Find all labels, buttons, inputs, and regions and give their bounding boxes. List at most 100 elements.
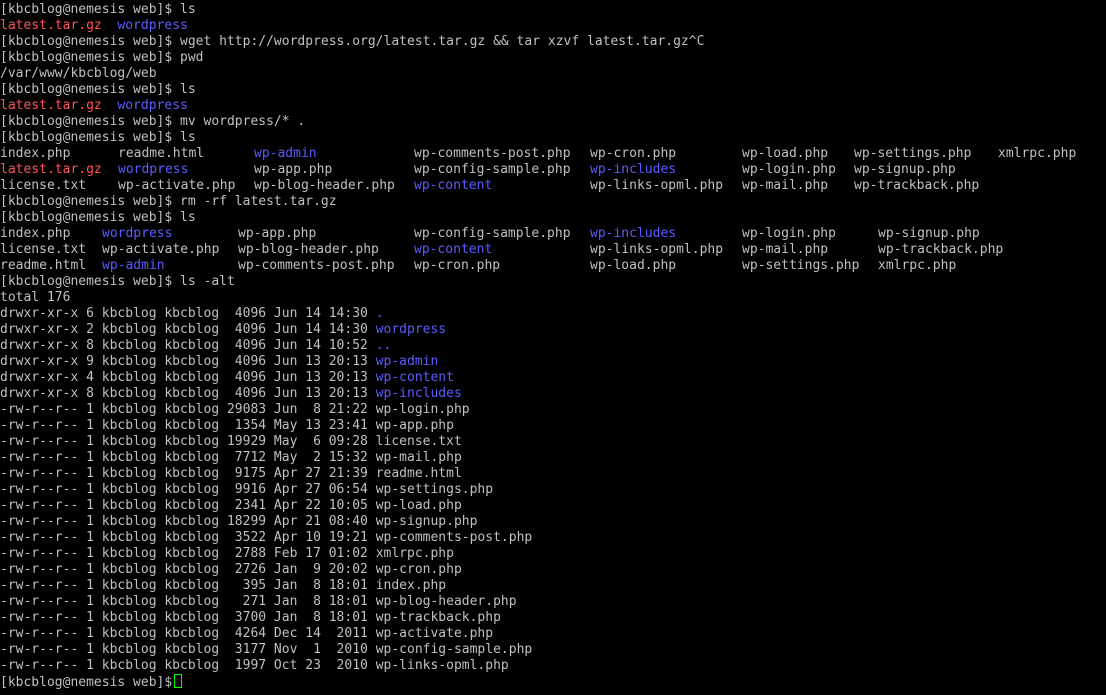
file-meta: -rw-r--r-- 1 kbcblog kbcblog 2726 Jan 9 …	[0, 562, 376, 577]
directory-name: wp-admin	[102, 258, 165, 273]
file-meta: -rw-r--r-- 1 kbcblog kbcblog 271 Jan 8 1…	[0, 594, 376, 609]
prompt-line: [kbcblog@nemesis web]$ ls	[0, 2, 1106, 18]
listing-row: drwxr-xr-x 6 kbcblog kbcblog 4096 Jun 14…	[0, 306, 1106, 322]
file-meta: -rw-r--r-- 1 kbcblog kbcblog 9916 Apr 27…	[0, 482, 376, 497]
prompt-line: [kbcblog@nemesis web]$ ls -alt	[0, 274, 1106, 290]
listing-row: -rw-r--r-- 1 kbcblog kbcblog 18299 Apr 2…	[0, 514, 1106, 530]
file-name: xmlrpc.php	[998, 146, 1077, 161]
file-name: index.php	[0, 146, 71, 161]
file-meta: -rw-r--r-- 1 kbcblog kbcblog 7712 May 2 …	[0, 450, 376, 465]
directory-name: wp-includes	[590, 226, 677, 241]
command-text: rm -rf latest.tar.gz	[180, 194, 337, 209]
directory-name: wp-includes	[375, 386, 462, 401]
file-name: wp-activate.php	[375, 626, 494, 641]
file-name: wp-login.php	[742, 226, 836, 241]
directory-name: wp-content	[375, 370, 454, 385]
file-name: wp-load.php	[590, 258, 677, 273]
file-name: readme.html	[375, 466, 462, 481]
archive-file: latest.tar.gz	[0, 98, 102, 113]
archive-file: latest.tar.gz	[0, 18, 102, 33]
file-meta: -rw-r--r-- 1 kbcblog kbcblog 395 Jan 8 1…	[0, 578, 376, 593]
file-name: wp-settings.php	[375, 482, 494, 497]
prompt-line: [kbcblog@nemesis web]$ ls	[0, 210, 1106, 226]
listing-row: drwxr-xr-x 8 kbcblog kbcblog 4096 Jun 14…	[0, 338, 1106, 354]
file-name: wp-cron.php	[414, 258, 501, 273]
file-name: wp-app.php	[238, 226, 317, 241]
ls-output-row: latest.tar.gz wordpress wp-app.php wp-co…	[0, 162, 1106, 178]
command-text: wget http://wordpress.org/latest.tar.gz …	[180, 34, 705, 49]
file-name: wp-mail.php	[742, 242, 829, 257]
prompt-line: [kbcblog@nemesis web]$ wget http://wordp…	[0, 34, 1106, 50]
file-name: index.php	[0, 226, 71, 241]
terminal-window[interactable]: [kbcblog@nemesis web]$ ls latest.tar.gz …	[0, 0, 1106, 695]
file-name: wp-load.php	[742, 146, 829, 161]
file-meta: drwxr-xr-x 9 kbcblog kbcblog 4096 Jun 13…	[0, 354, 376, 369]
prompt-line: [kbcblog@nemesis web]$ rm -rf latest.tar…	[0, 194, 1106, 210]
file-name: wp-settings.php	[742, 258, 860, 273]
file-name: wp-app.php	[254, 162, 333, 177]
output-line: total 176	[0, 290, 1106, 306]
prompt: [kbcblog@nemesis web]$	[0, 82, 173, 97]
file-name: wp-config-sample.php	[414, 226, 571, 241]
prompt: [kbcblog@nemesis web]$	[0, 114, 173, 129]
file-meta: drwxr-xr-x 8 kbcblog kbcblog 4096 Jun 13…	[0, 386, 376, 401]
active-prompt-line[interactable]: [kbcblog@nemesis web]$	[0, 674, 1106, 690]
prompt: [kbcblog@nemesis web]$	[0, 34, 173, 49]
directory-name: wp-content	[414, 242, 493, 257]
prompt: [kbcblog@nemesis web]$	[0, 675, 173, 690]
output-line: latest.tar.gz wordpress	[0, 98, 1106, 114]
file-name: wp-links-opml.php	[375, 658, 509, 673]
file-name: wp-signup.php	[878, 226, 980, 241]
file-name: license.txt	[375, 434, 462, 449]
file-name: wp-mail.php	[742, 178, 829, 193]
ls-output-row: index.php wordpress wp-app.php wp-config…	[0, 226, 1106, 242]
directory-name: wp-includes	[590, 162, 677, 177]
file-meta: -rw-r--r-- 1 kbcblog kbcblog 19929 May 6…	[0, 434, 376, 449]
file-name: license.txt	[0, 178, 87, 193]
file-meta: -rw-r--r-- 1 kbcblog kbcblog 29083 Jun 8…	[0, 402, 376, 417]
command-text: ls	[180, 210, 196, 225]
listing-row: drwxr-xr-x 4 kbcblog kbcblog 4096 Jun 13…	[0, 370, 1106, 386]
listing-row: -rw-r--r-- 1 kbcblog kbcblog 4264 Dec 14…	[0, 626, 1106, 642]
file-name: wp-login.php	[375, 402, 470, 417]
file-name: wp-comments-post.php	[414, 146, 571, 161]
directory-name: wordpress	[118, 162, 189, 177]
file-meta: -rw-r--r-- 1 kbcblog kbcblog 9175 Apr 27…	[0, 466, 376, 481]
listing-row: drwxr-xr-x 2 kbcblog kbcblog 4096 Jun 14…	[0, 322, 1106, 338]
command-text: ls	[180, 2, 196, 17]
ls-output-row: readme.html wp-admin wp-comments-post.ph…	[0, 258, 1106, 274]
file-meta: -rw-r--r-- 1 kbcblog kbcblog 3522 Apr 10…	[0, 530, 376, 545]
file-meta: drwxr-xr-x 2 kbcblog kbcblog 4096 Jun 14…	[0, 322, 376, 337]
file-meta: -rw-r--r-- 1 kbcblog kbcblog 1997 Oct 23…	[0, 658, 376, 673]
listing-row: -rw-r--r-- 1 kbcblog kbcblog 9916 Apr 27…	[0, 482, 1106, 498]
command-text: mv wordpress/* .	[180, 114, 306, 129]
listing-row: -rw-r--r-- 1 kbcblog kbcblog 2788 Feb 17…	[0, 546, 1106, 562]
file-name: wp-comments-post.php	[375, 530, 533, 545]
file-name: wp-blog-header.php	[375, 594, 517, 609]
listing-row: -rw-r--r-- 1 kbcblog kbcblog 2726 Jan 9 …	[0, 562, 1106, 578]
listing-row: -rw-r--r-- 1 kbcblog kbcblog 3522 Apr 10…	[0, 530, 1106, 546]
directory-name: .	[375, 306, 384, 321]
directory-name: wordpress	[102, 226, 173, 241]
file-name: readme.html	[0, 258, 87, 273]
file-name: wp-blog-header.php	[254, 178, 395, 193]
prompt-line: [kbcblog@nemesis web]$ ls	[0, 82, 1106, 98]
listing-row: drwxr-xr-x 9 kbcblog kbcblog 4096 Jun 13…	[0, 354, 1106, 370]
ls-output-row: license.txt wp-activate.php wp-blog-head…	[0, 242, 1106, 258]
listing-row: -rw-r--r-- 1 kbcblog kbcblog 1997 Oct 23…	[0, 658, 1106, 674]
directory-name: wp-admin	[375, 354, 439, 369]
listing-row: -rw-r--r-- 1 kbcblog kbcblog 29083 Jun 8…	[0, 402, 1106, 418]
total-line: total 176	[0, 290, 71, 305]
listing-row: -rw-r--r-- 1 kbcblog kbcblog 3177 Nov 1 …	[0, 642, 1106, 658]
file-name: readme.html	[118, 146, 205, 161]
file-name: wp-cron.php	[590, 146, 677, 161]
file-name: wp-signup.php	[854, 162, 956, 177]
file-name: wp-blog-header.php	[238, 242, 379, 257]
command-text: ls -alt	[180, 274, 235, 289]
file-meta: -rw-r--r-- 1 kbcblog kbcblog 2788 Feb 17…	[0, 546, 376, 561]
cursor-block-icon[interactable]	[174, 674, 183, 688]
file-name: wp-activate.php	[118, 178, 236, 193]
ls-output-row: index.php readme.html wp-admin wp-commen…	[0, 146, 1106, 162]
file-name: wp-trackback.php	[878, 242, 1004, 257]
ls-output-row: license.txt wp-activate.php wp-blog-head…	[0, 178, 1106, 194]
